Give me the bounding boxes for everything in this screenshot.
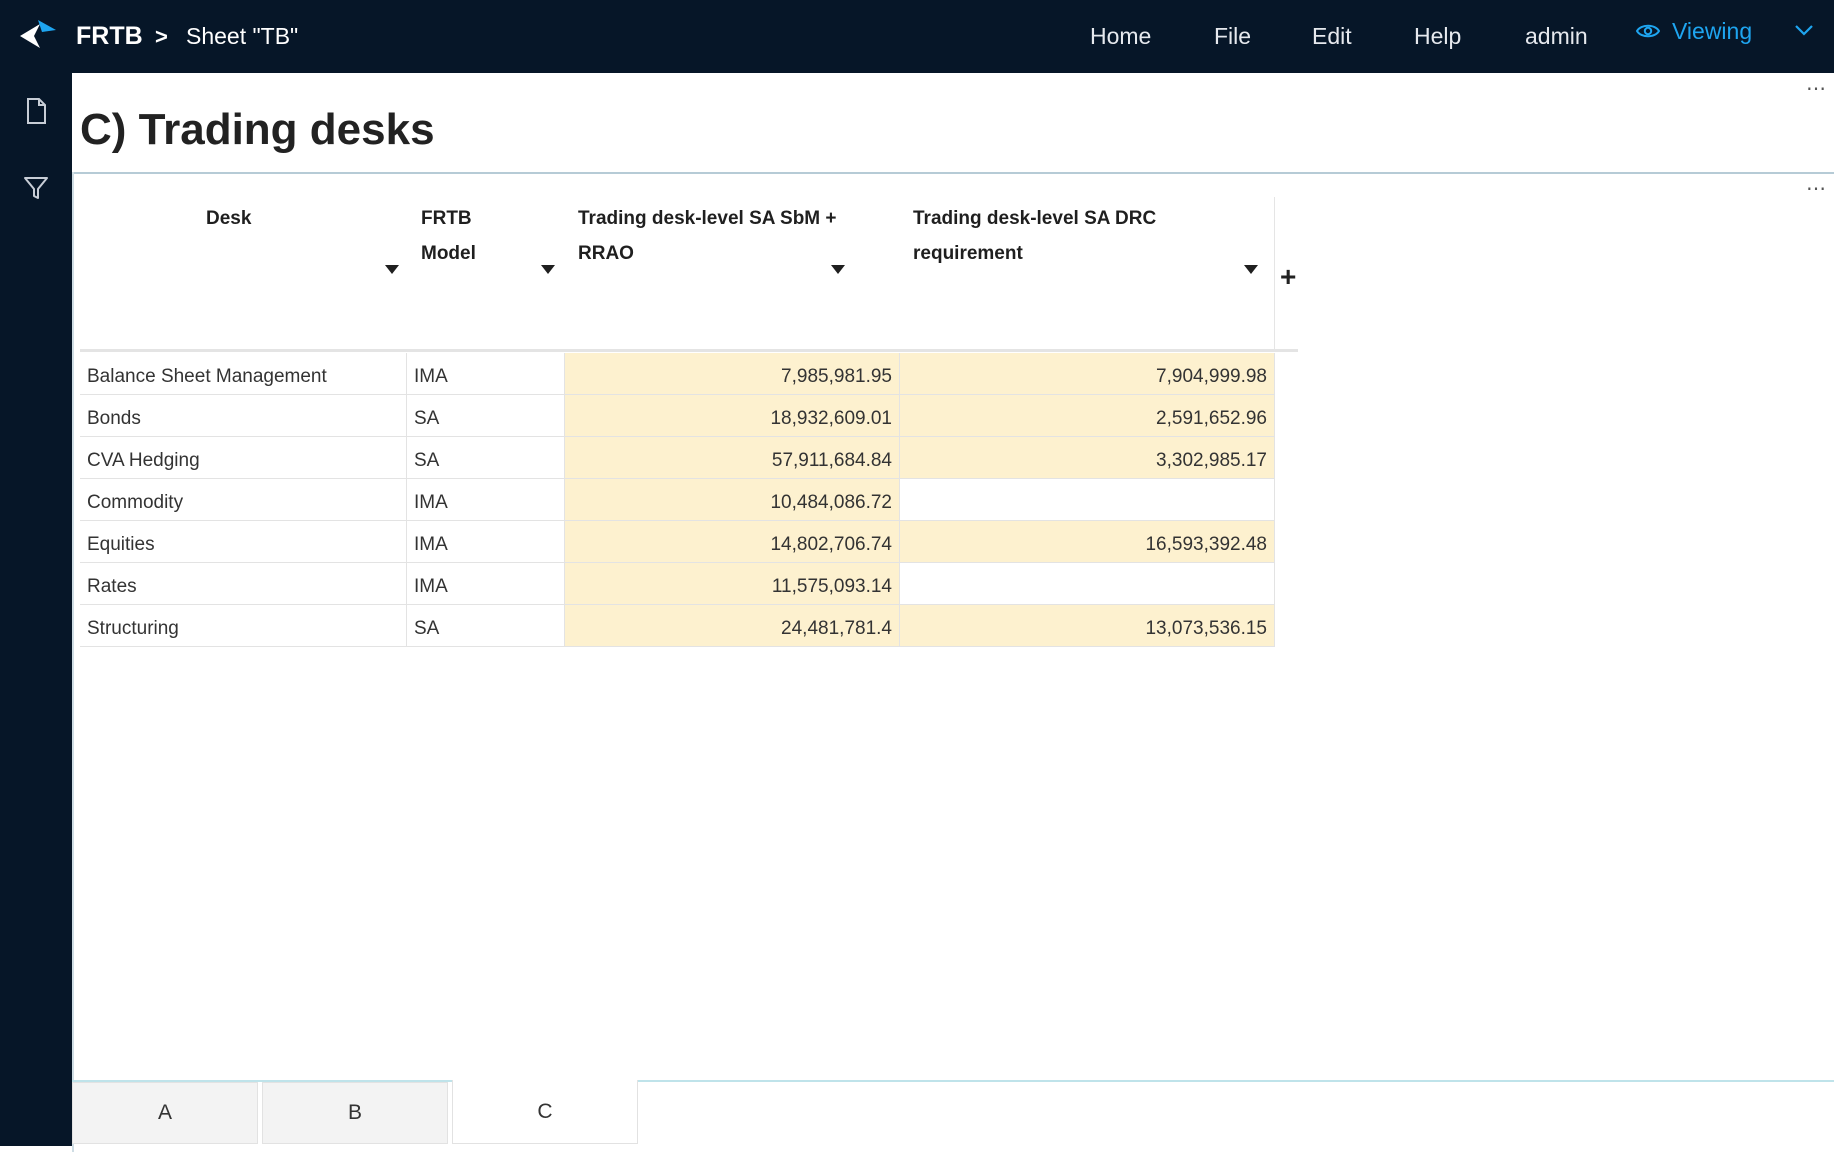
cell-drc[interactable]: 16,593,392.48: [900, 521, 1275, 562]
cell-sbm[interactable]: 11,575,093.14: [565, 563, 900, 604]
cell-drc[interactable]: 7,904,999.98: [900, 353, 1275, 394]
mode-toggle[interactable]: Viewing: [1636, 16, 1752, 46]
cell-drc[interactable]: [900, 479, 1275, 520]
cell-sbm[interactable]: 57,911,684.84: [565, 437, 900, 478]
cell-desk[interactable]: Commodity: [80, 479, 407, 520]
breadcrumb-sheet[interactable]: Sheet "TB": [186, 23, 298, 50]
file-icon[interactable]: [22, 97, 50, 125]
cell-sbm[interactable]: 18,932,609.01: [565, 395, 900, 436]
cell-model[interactable]: IMA: [407, 353, 565, 394]
table-row: Commodity IMA 10,484,086.72: [80, 479, 1275, 521]
tab-c[interactable]: C: [452, 1080, 638, 1144]
mode-label: Viewing: [1672, 17, 1753, 44]
nav-help[interactable]: Help: [1414, 23, 1461, 50]
cell-model[interactable]: SA: [407, 395, 565, 436]
column-header-model[interactable]: FRTB Model: [407, 197, 565, 351]
header-bottom-rule: [80, 349, 1298, 352]
table-body: Balance Sheet Management IMA 7,985,981.9…: [80, 353, 1275, 647]
cell-desk[interactable]: Balance Sheet Management: [80, 353, 407, 394]
dropdown-arrow-icon[interactable]: [831, 265, 845, 274]
nav-edit[interactable]: Edit: [1312, 23, 1352, 50]
cell-desk[interactable]: Bonds: [80, 395, 407, 436]
title-more-icon[interactable]: ⋯: [1806, 76, 1827, 101]
tab-b[interactable]: B: [262, 1082, 448, 1144]
cell-model[interactable]: SA: [407, 605, 565, 646]
main-content: ⋯ C) Trading desks ⋯ Desk FRTB Model Tra…: [72, 73, 1834, 1152]
table-more-icon[interactable]: ⋯: [1806, 176, 1827, 201]
widget-border: [72, 172, 74, 1152]
top-bar: FRTB > Sheet "TB" Home File Edit Help ad…: [0, 0, 1834, 73]
column-header-desk[interactable]: Desk: [80, 197, 407, 351]
cell-model[interactable]: IMA: [407, 479, 565, 520]
cell-sbm[interactable]: 14,802,706.74: [565, 521, 900, 562]
nav-user[interactable]: admin: [1525, 23, 1588, 50]
cell-drc[interactable]: [900, 563, 1275, 604]
cell-drc[interactable]: 2,591,652.96: [900, 395, 1275, 436]
chevron-down-icon[interactable]: [1792, 18, 1816, 42]
table-row: Rates IMA 11,575,093.14: [80, 563, 1275, 605]
dropdown-arrow-icon[interactable]: [385, 265, 399, 274]
title-divider: [72, 172, 1834, 174]
cell-desk[interactable]: CVA Hedging: [80, 437, 407, 478]
cell-desk[interactable]: Equities: [80, 521, 407, 562]
tab-a[interactable]: A: [72, 1082, 258, 1144]
table-row: Structuring SA 24,481,781.4 13,073,536.1…: [80, 605, 1275, 647]
cell-drc[interactable]: 3,302,985.17: [900, 437, 1275, 478]
nav-home[interactable]: Home: [1090, 23, 1151, 50]
cell-sbm[interactable]: 24,481,781.4: [565, 605, 900, 646]
app-logo-icon[interactable]: [18, 18, 58, 54]
dropdown-arrow-icon[interactable]: [541, 265, 555, 274]
table-row: Equities IMA 14,802,706.74 16,593,392.48: [80, 521, 1275, 563]
cell-desk[interactable]: Rates: [80, 563, 407, 604]
page-title: C) Trading desks: [80, 105, 435, 154]
table-row: CVA Hedging SA 57,911,684.84 3,302,985.1…: [80, 437, 1275, 479]
column-header-sbm[interactable]: Trading desk-level SA SbM + RRAO: [565, 197, 900, 351]
column-header-drc[interactable]: Trading desk-level SA DRC requirement: [900, 197, 1275, 351]
cell-model[interactable]: SA: [407, 437, 565, 478]
filter-icon[interactable]: [22, 174, 50, 202]
left-rail: [0, 73, 72, 1146]
nav-file[interactable]: File: [1214, 23, 1251, 50]
cell-model[interactable]: IMA: [407, 521, 565, 562]
header-divider: [1274, 197, 1275, 351]
cell-sbm[interactable]: 7,985,981.95: [565, 353, 900, 394]
cell-desk[interactable]: Structuring: [80, 605, 407, 646]
breadcrumb-app[interactable]: FRTB: [76, 22, 143, 51]
table-row: Bonds SA 18,932,609.01 2,591,652.96: [80, 395, 1275, 437]
cell-model[interactable]: IMA: [407, 563, 565, 604]
breadcrumb-separator: >: [155, 24, 168, 49]
eye-icon: [1636, 24, 1660, 38]
add-column-button[interactable]: +: [1280, 261, 1296, 293]
table-row: Balance Sheet Management IMA 7,985,981.9…: [80, 353, 1275, 395]
cell-drc[interactable]: 13,073,536.15: [900, 605, 1275, 646]
cell-sbm[interactable]: 10,484,086.72: [565, 479, 900, 520]
dropdown-arrow-icon[interactable]: [1244, 265, 1258, 274]
